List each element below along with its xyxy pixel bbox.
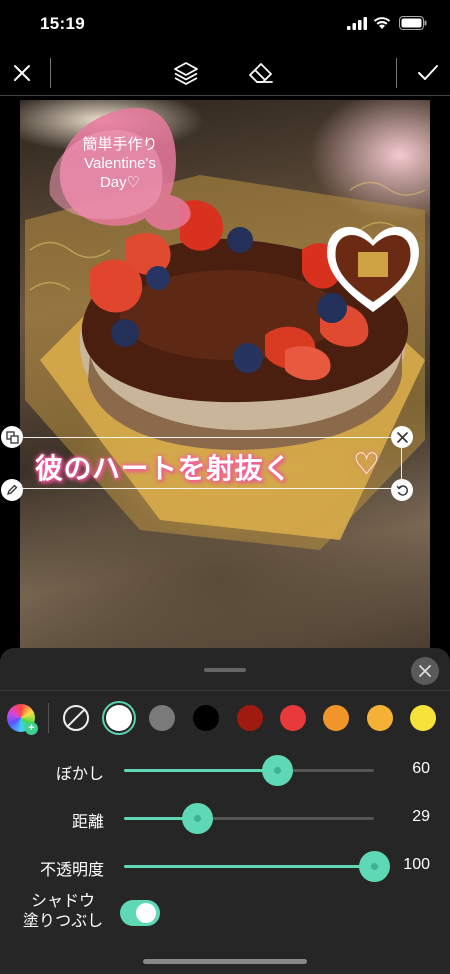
toggle-knob bbox=[136, 903, 156, 923]
sticker-text-line: Valentine's bbox=[84, 155, 156, 172]
shadow-fill-label: シャドウ 塗りつぶし bbox=[18, 892, 108, 932]
slider-value: 100 bbox=[403, 856, 430, 873]
eraser-button[interactable] bbox=[246, 58, 276, 88]
wifi-icon bbox=[373, 17, 391, 29]
heart-tag-sticker[interactable] bbox=[318, 212, 428, 322]
rotate-handle[interactable] bbox=[391, 479, 413, 501]
panel-divider bbox=[0, 690, 450, 691]
duplicate-layer-handle[interactable] bbox=[1, 426, 23, 448]
battery-icon bbox=[399, 16, 427, 30]
slider-label: 距離 bbox=[71, 814, 104, 831]
swatch-divider bbox=[48, 703, 49, 733]
slider-label: 不透明度 bbox=[39, 862, 104, 879]
custom-color-button[interactable]: + bbox=[7, 704, 38, 735]
color-swatch-yellow[interactable] bbox=[410, 705, 436, 731]
close-icon bbox=[14, 65, 30, 81]
slider-row: 距離 29 bbox=[0, 798, 450, 838]
home-indicator[interactable] bbox=[143, 959, 307, 964]
color-swatches: + bbox=[0, 700, 450, 736]
shadow-fill-row: シャドウ 塗りつぶし bbox=[0, 890, 450, 936]
no-color-swatch[interactable] bbox=[63, 705, 89, 731]
color-swatch-white[interactable] bbox=[106, 705, 132, 731]
slider-fill bbox=[124, 769, 277, 772]
close-button[interactable] bbox=[7, 58, 37, 88]
close-icon bbox=[419, 665, 431, 677]
layers-icon bbox=[174, 62, 198, 85]
photo-editor-screen: 15:19 簡単手作り Valentine's Day♡ 彼のハートを射抜く ♡… bbox=[0, 0, 450, 974]
confirm-button[interactable] bbox=[413, 58, 443, 88]
slider-track[interactable] bbox=[124, 851, 390, 882]
duplicate-icon bbox=[5, 430, 19, 444]
slider-fill bbox=[124, 865, 374, 868]
close-icon bbox=[396, 431, 408, 443]
color-swatch-red[interactable] bbox=[280, 705, 306, 731]
pencil-icon bbox=[6, 484, 18, 496]
edit-text-handle[interactable] bbox=[1, 479, 23, 501]
slider-value: 60 bbox=[412, 760, 430, 777]
slider-value: 29 bbox=[412, 808, 430, 825]
eraser-icon bbox=[249, 63, 273, 83]
plus-icon: + bbox=[25, 722, 38, 735]
panel-grabber[interactable] bbox=[204, 668, 246, 672]
slider-row: ぼかし 60 bbox=[0, 750, 450, 790]
shadow-fill-label-line: 塗りつぶし bbox=[22, 913, 104, 930]
slider-thumb[interactable] bbox=[359, 851, 390, 882]
toolbar-divider bbox=[396, 58, 397, 88]
sticker-text-line: 簡単手作り bbox=[82, 136, 158, 153]
color-swatch-orange[interactable] bbox=[323, 705, 349, 731]
panel-close-button[interactable] bbox=[411, 657, 439, 685]
color-swatch-dark-red[interactable] bbox=[237, 705, 263, 731]
rotate-icon bbox=[395, 484, 408, 496]
color-swatch-amber[interactable] bbox=[367, 705, 393, 731]
status-time: 15:19 bbox=[40, 14, 85, 33]
shadow-fill-label-line: シャドウ bbox=[30, 893, 95, 910]
text-layer-text: 彼のハートを射抜く bbox=[35, 453, 292, 484]
slider-track[interactable] bbox=[124, 755, 374, 786]
slider-thumb[interactable] bbox=[181, 803, 213, 834]
slider-row: 不透明度 100 bbox=[0, 846, 450, 886]
layers-button[interactable] bbox=[171, 58, 201, 88]
status-bar: 15:19 bbox=[0, 0, 450, 50]
checkmark-icon bbox=[418, 65, 438, 80]
cellular-signal-icon bbox=[347, 17, 367, 30]
slider-label: ぼかし bbox=[55, 766, 104, 783]
delete-layer-handle[interactable] bbox=[391, 426, 413, 448]
photo-canvas[interactable]: 簡単手作り Valentine's Day♡ 彼のハートを射抜く ♡ bbox=[20, 100, 430, 648]
color-swatch-gray[interactable] bbox=[149, 705, 175, 731]
text-layer-box[interactable]: 彼のハートを射抜く ♡ bbox=[20, 437, 402, 489]
shadow-fill-toggle[interactable] bbox=[120, 900, 160, 926]
editor-toolbar bbox=[0, 50, 450, 96]
slider-track[interactable] bbox=[124, 803, 374, 834]
sticker-text-line: Day♡ bbox=[99, 174, 141, 191]
color-swatch-black[interactable] bbox=[193, 705, 219, 731]
text-layer-heart: ♡ bbox=[353, 448, 380, 481]
toolbar-divider bbox=[50, 58, 51, 88]
slider-thumb[interactable] bbox=[261, 755, 293, 786]
valentine-sticker[interactable]: 簡単手作り Valentine's Day♡ bbox=[60, 120, 180, 220]
